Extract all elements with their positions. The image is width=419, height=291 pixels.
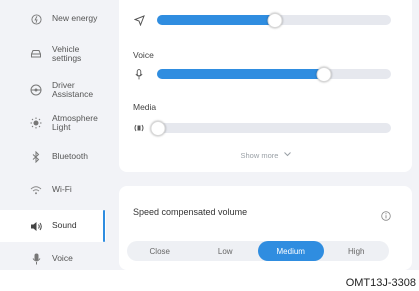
option-low[interactable]: Low [193, 241, 259, 261]
bluetooth-icon [29, 150, 43, 164]
show-more-label: Show more [240, 151, 279, 160]
option-high[interactable]: High [324, 241, 390, 261]
steering-wheel-icon [29, 83, 43, 97]
sidebar: New energy Vehicle settings Driver Assis… [0, 0, 112, 270]
slider-fill [157, 15, 274, 25]
speed-compensated-volume-title: Speed compensated volume [133, 207, 248, 217]
navigation-volume-slider[interactable] [157, 13, 391, 28]
media-volume-slider[interactable] [150, 121, 391, 136]
sidebar-item-voice[interactable]: Voice [0, 243, 106, 275]
volume-card: Voice Media Show more [119, 0, 412, 172]
settings-screen: New energy Vehicle settings Driver Assis… [0, 0, 419, 270]
sidebar-item-label: Bluetooth [52, 151, 88, 162]
option-close[interactable]: Close [127, 241, 193, 261]
microphone-icon [29, 252, 43, 266]
sidebar-item-new-energy[interactable]: New energy [0, 3, 106, 35]
voice-volume-label: Voice [133, 50, 154, 60]
energy-icon [29, 12, 43, 26]
slider-thumb[interactable] [316, 67, 332, 82]
sidebar-item-vehicle-settings[interactable]: Vehicle settings [0, 38, 106, 70]
chevron-down-icon [283, 150, 291, 159]
speaker-waves-icon [133, 122, 145, 134]
sidebar-item-label: Wi-Fi [52, 184, 72, 195]
speaker-icon [29, 219, 43, 233]
slider-fill [157, 69, 324, 79]
speed-compensated-volume-selector: Close Low Medium High [127, 241, 389, 261]
sidebar-item-sound[interactable]: Sound [0, 210, 106, 242]
speed-compensated-volume-card: Speed compensated volume Close Low Mediu… [119, 186, 412, 270]
active-indicator [103, 210, 105, 242]
sidebar-item-driver-assistance[interactable]: Driver Assistance [0, 74, 106, 106]
sidebar-item-label: Sound [52, 220, 77, 231]
slider-thumb[interactable] [150, 121, 166, 136]
voice-volume-slider[interactable] [157, 67, 391, 82]
light-icon [29, 116, 43, 130]
navigation-arrow-icon [133, 14, 145, 26]
wifi-icon [29, 183, 43, 197]
sidebar-item-bluetooth[interactable]: Bluetooth [0, 141, 106, 173]
info-icon[interactable] [381, 208, 391, 221]
sidebar-item-label: New energy [52, 13, 98, 24]
sidebar-item-wifi[interactable]: Wi-Fi [0, 174, 106, 206]
sidebar-item-label: Driver Assistance [52, 79, 94, 99]
media-volume-label: Media [133, 102, 157, 112]
sidebar-item-label: Vehicle settings [52, 43, 82, 63]
option-medium[interactable]: Medium [258, 241, 324, 261]
microphone-icon [133, 68, 145, 80]
sidebar-item-label: Voice [52, 253, 73, 264]
car-icon [29, 47, 43, 61]
show-more-link[interactable]: Show more [119, 150, 412, 160]
figure-code: OMT13J-3308 [345, 277, 416, 289]
sidebar-item-atmosphere-light[interactable]: Atmosphere Light [0, 107, 106, 139]
slider-thumb[interactable] [267, 13, 283, 28]
sidebar-item-label: Atmosphere Light [52, 112, 98, 132]
